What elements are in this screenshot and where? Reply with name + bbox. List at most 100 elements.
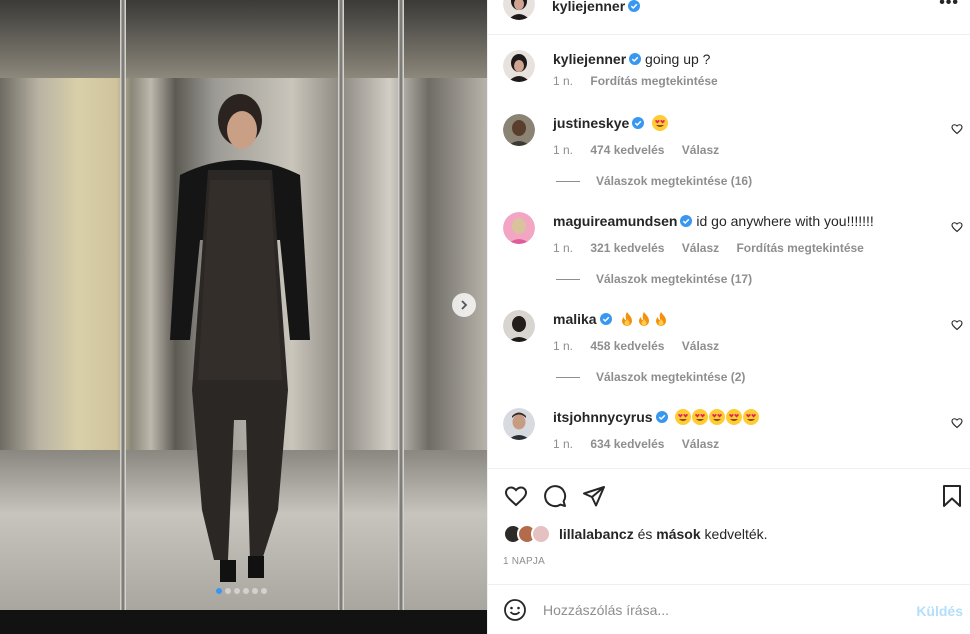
carousel-dot [225,588,231,594]
translate-link[interactable]: Fordítás megtekintése [736,241,863,255]
view-replies-label[interactable]: Válaszok megtekintése (16) [596,174,752,188]
comment-line: justineskye [553,114,669,132]
like-button[interactable] [504,484,528,508]
heart-eyes-emoji-icon [675,409,692,425]
comment-line: itsjohnnycyrus [553,408,760,426]
heart-eyes-emoji-icon [692,409,709,425]
comment-emojis [652,115,669,131]
comment-text: id go anywhere with you!!!!!!! [696,213,874,229]
liked-by-connector: és [637,526,653,542]
comment-input[interactable] [543,599,903,621]
photo-rail [338,0,344,610]
avatar[interactable] [503,408,535,440]
caption-username[interactable]: kyliejenner [553,51,626,67]
comment-likes[interactable]: 321 kedvelés [590,241,664,255]
heart-icon [504,486,528,507]
avatar[interactable] [503,310,535,342]
verified-icon [629,53,642,65]
comment-time[interactable]: 1 n. [553,339,573,353]
carousel-dot [243,588,249,594]
comment-emojis [675,409,760,425]
next-photo-button[interactable] [452,293,476,317]
comment-line: maguireamundsen id go anywhere with you!… [553,212,874,230]
comment-username[interactable]: maguireamundsen [553,213,677,229]
photo-rail [398,0,404,610]
comment-emojis [619,311,670,327]
carousel-dots [216,588,267,594]
photo-subject [170,94,310,582]
author-username-text[interactable]: kyliejenner [552,0,625,14]
reply-button[interactable]: Válasz [682,437,719,451]
heart-icon[interactable] [951,123,963,135]
avatar [531,524,551,544]
view-replies-label[interactable]: Válaszok megtekintése (2) [596,370,745,384]
translate-link[interactable]: Fordítás megtekintése [590,74,717,88]
bookmark-icon [943,485,961,507]
caption-text: going up ? [645,51,711,67]
comment-likes[interactable]: 634 kedvelés [590,437,664,451]
reply-button[interactable]: Válasz [682,241,719,255]
carousel-dot [261,588,267,594]
comment-meta: 1 n. 321 kedvelés Válasz Fordítás megtek… [553,241,878,255]
view-replies-label[interactable]: Válaszok megtekintése (17) [596,272,752,286]
view-replies[interactable]: Válaszok megtekintése (16) [556,174,752,188]
liked-by: lillalabancz és mások kedvelték. [503,524,768,544]
comment-username[interactable]: justineskye [553,115,629,131]
post-date[interactable]: 1 NAPJA [503,556,545,567]
comment-meta: 1 n. 634 kedvelés Válasz [553,437,733,451]
heart-eyes-emoji-icon [709,409,726,425]
replies-dash [556,278,580,280]
caption-time[interactable]: 1 n. [553,74,573,88]
fire-emoji-icon [656,312,667,326]
share-button[interactable] [582,484,606,508]
comment-username[interactable]: malika [553,311,597,327]
avatar[interactable] [503,114,535,146]
send-button[interactable]: Küldés [916,603,963,619]
save-button[interactable] [940,484,964,508]
liked-by-avatars[interactable] [503,524,555,544]
carousel-dot [216,588,222,594]
liked-by-others[interactable]: mások [656,526,700,542]
verified-icon [599,313,612,325]
share-icon [583,486,605,507]
caption-line: kyliejenner going up ? [553,50,710,68]
heart-eyes-emoji-icon [726,409,743,425]
comment-meta: 1 n. 458 kedvelés Válasz [553,339,733,353]
view-replies[interactable]: Válaszok megtekintése (2) [556,370,745,384]
caption-meta: 1 n. Fordítás megtekintése [553,74,732,88]
heart-eyes-emoji-icon [743,409,760,425]
verified-icon [680,215,693,227]
reply-button[interactable]: Válasz [682,143,719,157]
verified-icon [628,0,641,12]
liked-by-user[interactable]: lillalabancz [559,526,634,542]
comment-username[interactable]: itsjohnnycyrus [553,409,653,425]
post-photo [0,0,487,634]
carousel-dot [252,588,258,594]
comment-button[interactable] [543,484,567,508]
heart-icon[interactable] [951,417,963,429]
author-username[interactable]: kyliejenner [552,0,641,14]
fire-emoji-icon [639,312,650,326]
heart-icon[interactable] [951,319,963,331]
replies-dash [556,180,580,182]
comment-meta: 1 n. 474 kedvelés Válasz [553,143,733,157]
avatar[interactable] [503,50,535,82]
avatar[interactable] [503,212,535,244]
replies-dash [556,376,580,378]
author-avatar[interactable] [503,0,535,20]
comment-time[interactable]: 1 n. [553,143,573,157]
comment-time[interactable]: 1 n. [553,437,573,451]
more-icon[interactable]: ••• [939,0,959,12]
view-replies[interactable]: Válaszok megtekintése (17) [556,272,752,286]
emoji-icon[interactable] [503,598,527,622]
verified-icon [655,411,668,423]
heart-icon[interactable] [951,221,963,233]
comment-likes[interactable]: 458 kedvelés [590,339,664,353]
photo-ceiling [0,0,487,78]
chevron-right-icon [461,300,468,310]
photo-bottom-bar [0,610,487,634]
comment-time[interactable]: 1 n. [553,241,573,255]
verified-icon [632,117,645,129]
reply-button[interactable]: Válasz [682,339,719,353]
comment-likes[interactable]: 474 kedvelés [590,143,664,157]
